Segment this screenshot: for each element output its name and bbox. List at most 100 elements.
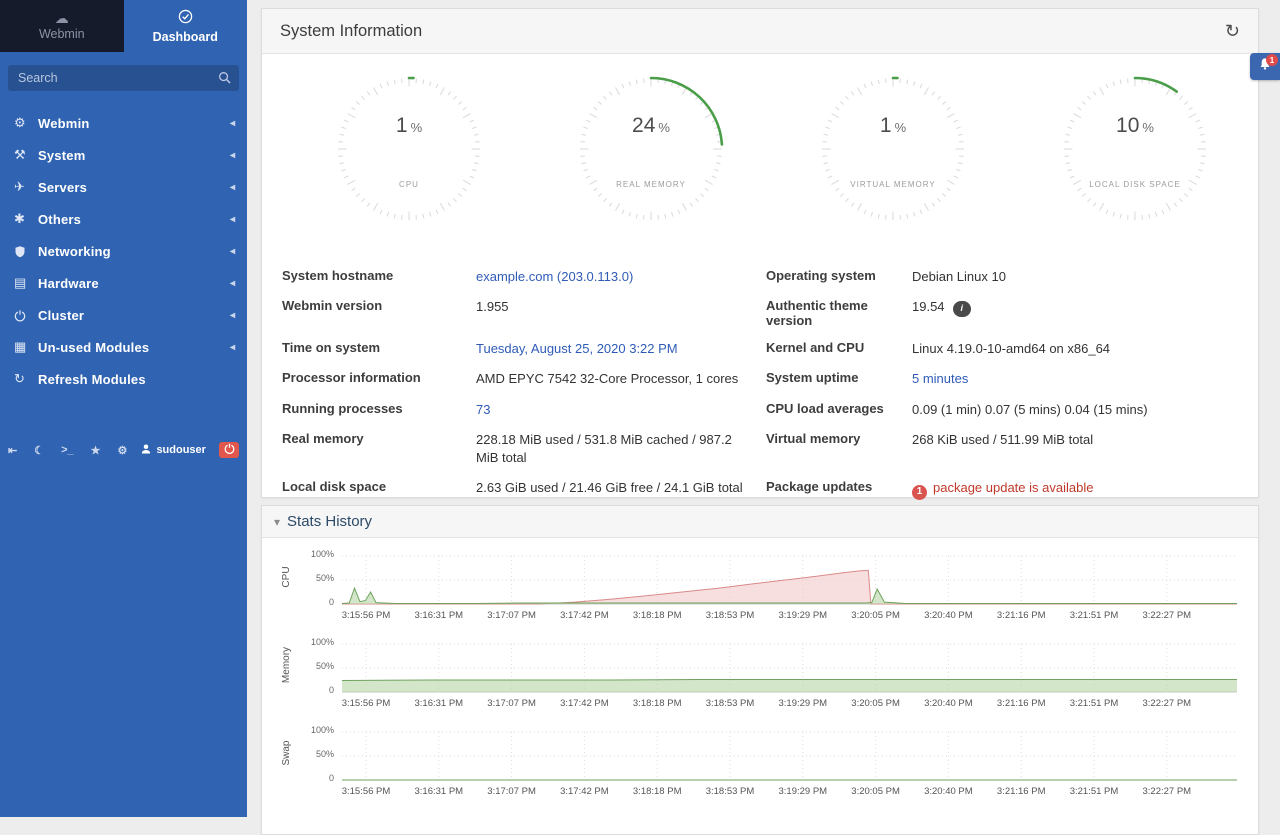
stats-history-header[interactable]: ▾ Stats History <box>262 506 1258 538</box>
sidebar-item-hardware[interactable]: ▤Hardware◂ <box>0 267 247 299</box>
x-tick-label: 3:18:53 PM <box>706 698 755 709</box>
tab-webmin-label: Webmin <box>39 27 85 41</box>
x-tick-label: 3:21:51 PM <box>1070 698 1119 709</box>
info-label: Real memory <box>282 425 476 473</box>
info-value: Linux 4.19.0-10-amd64 on x86_64 <box>912 334 1238 364</box>
info-value-text: 1.955 <box>476 299 509 314</box>
x-tick-label: 3:17:42 PM <box>560 610 609 621</box>
sidebar-tabs: ☁ Webmin Dashboard <box>0 0 247 52</box>
y-tick-label: 50% <box>316 749 334 759</box>
logged-in-user[interactable]: sudouser <box>140 443 206 458</box>
info-value-link[interactable]: 5 minutes <box>912 371 968 386</box>
sidebar-item-others[interactable]: ✱Others◂ <box>0 203 247 235</box>
sidebar-menu: ⚙Webmin◂⚒System◂✈Servers◂✱Others◂Network… <box>0 107 247 395</box>
info-value-text: 0.09 (1 min) 0.07 (5 mins) 0.04 (15 mins… <box>912 402 1148 417</box>
x-tick-label: 3:20:05 PM <box>851 698 900 709</box>
logout-button[interactable] <box>219 442 239 458</box>
sidebar-item-label: Networking <box>38 244 230 259</box>
system-information-panel: System Information ↻ 1% CPU 24% REAL MEM… <box>261 8 1259 498</box>
tab-webmin[interactable]: ☁ Webmin <box>0 0 124 52</box>
refresh-icon[interactable]: ↻ <box>1225 22 1240 40</box>
chevron-left-icon: ◂ <box>230 278 235 289</box>
info-value-text: Linux 4.19.0-10-amd64 on x86_64 <box>912 341 1110 356</box>
sidebar-item-system[interactable]: ⚒System◂ <box>0 139 247 171</box>
stats-charts: CPU100%50%03:15:56 PM3:16:31 PM3:17:07 P… <box>262 538 1258 810</box>
x-tick-label: 3:19:29 PM <box>779 786 828 797</box>
x-tick-label: 3:21:16 PM <box>997 610 1046 621</box>
info-value: 19.54 i <box>912 292 1238 334</box>
x-tick-label: 3:17:07 PM <box>487 610 536 621</box>
x-tick-label: 3:16:31 PM <box>415 698 464 709</box>
info-value: example.com (203.0.113.0) <box>476 262 766 292</box>
main-content: 1 System Information ↻ 1% CPU 24% REAL M… <box>247 0 1280 817</box>
chart-y-ticks: 100%50%0 <box>300 640 334 696</box>
y-tick-label: 50% <box>316 661 334 671</box>
sidebar-item-servers[interactable]: ✈Servers◂ <box>0 171 247 203</box>
night-mode-icon[interactable]: ☾ <box>34 444 44 457</box>
info-label: CPU load averages <box>766 395 912 425</box>
info-label: Package updates <box>766 473 912 506</box>
modules-icon: ▦ <box>14 339 38 355</box>
info-label: System hostname <box>282 262 476 292</box>
info-value: Tuesday, August 25, 2020 3:22 PM <box>476 334 766 364</box>
info-value-text: 228.18 MiB used / 531.8 MiB cached / 987… <box>476 432 732 465</box>
info-label: Webmin version <box>282 292 476 334</box>
svg-text:1%: 1% <box>396 114 423 137</box>
x-tick-label: 3:21:51 PM <box>1070 610 1119 621</box>
tab-dashboard[interactable]: Dashboard <box>124 0 248 52</box>
tools-icon: ✱ <box>14 211 38 227</box>
chevron-left-icon: ◂ <box>230 118 235 129</box>
x-tick-label: 3:22:27 PM <box>1143 786 1192 797</box>
y-tick-label: 0 <box>329 685 334 695</box>
sidebar-item-cluster[interactable]: Cluster◂ <box>0 299 247 331</box>
gear-icon: ⚙ <box>14 115 38 131</box>
update-count-badge: 1 <box>912 485 927 500</box>
chart-memory: Memory100%50%03:15:56 PM3:16:31 PM3:17:0… <box>262 634 1258 722</box>
x-tick-label: 3:15:56 PM <box>342 610 391 621</box>
info-label: Operating system <box>766 262 912 292</box>
gauges-row: 1% CPU 24% REAL MEMORY 1% VIRTUAL MEMORY… <box>262 54 1258 224</box>
search-icon[interactable] <box>218 71 231 89</box>
search-input[interactable] <box>8 65 239 91</box>
info-badge[interactable]: i <box>953 301 972 317</box>
preferences-gears-icon[interactable]: ⚙ <box>118 444 128 457</box>
info-label: Processor information <box>282 364 476 394</box>
tab-dashboard-label: Dashboard <box>153 30 218 44</box>
info-value-link[interactable]: 73 <box>476 402 490 417</box>
terminal-icon[interactable]: >_ <box>61 444 74 456</box>
sidebar-bottom-bar: ⇤ ☾ >_ ★ ⚙ sudouser <box>0 439 247 461</box>
sidebar-item-webmin[interactable]: ⚙Webmin◂ <box>0 107 247 139</box>
x-tick-label: 3:20:05 PM <box>851 786 900 797</box>
dashboard-check-icon <box>178 9 193 27</box>
info-label: Time on system <box>282 334 476 364</box>
paper-plane-icon: ✈ <box>14 179 38 195</box>
collapse-sidebar-icon[interactable]: ⇤ <box>8 444 17 457</box>
info-label: System uptime <box>766 364 912 394</box>
info-label: Virtual memory <box>766 425 912 473</box>
favorites-star-icon[interactable]: ★ <box>91 444 101 457</box>
sidebar-item-refresh-modules[interactable]: ↻Refresh Modules <box>0 363 247 395</box>
info-value-link[interactable]: package update is available <box>933 480 1093 495</box>
info-value-link[interactable]: example.com (203.0.113.0) <box>476 269 633 284</box>
info-value: 2.63 GiB used / 21.46 GiB free / 24.1 Gi… <box>476 473 766 506</box>
info-value: 268 KiB used / 511.99 MiB total <box>912 425 1238 473</box>
sidebar-search <box>8 65 239 91</box>
info-value-text: 268 KiB used / 511.99 MiB total <box>912 432 1093 447</box>
info-value: 5 minutes <box>912 364 1238 394</box>
x-tick-label: 3:15:56 PM <box>342 698 391 709</box>
chart-axis-title: CPU <box>280 552 294 602</box>
notifications-button[interactable]: 1 <box>1250 53 1280 80</box>
sidebar: ☁ Webmin Dashboard ⚙Webmin◂⚒System◂✈Serv… <box>0 0 247 817</box>
gauge-real-memory: 24% REAL MEMORY <box>530 74 772 224</box>
x-tick-label: 3:20:40 PM <box>924 610 973 621</box>
sidebar-item-networking[interactable]: Networking◂ <box>0 235 247 267</box>
y-tick-label: 50% <box>316 573 334 583</box>
x-tick-label: 3:22:27 PM <box>1143 698 1192 709</box>
info-value: 73 <box>476 395 766 425</box>
svg-text:CPU: CPU <box>399 180 419 189</box>
chart-x-labels: 3:15:56 PM3:16:31 PM3:17:07 PM3:17:42 PM… <box>342 698 1237 712</box>
info-value-link[interactable]: Tuesday, August 25, 2020 3:22 PM <box>476 341 678 356</box>
info-value: 1.955 <box>476 292 766 334</box>
info-value-text: 19.54 <box>912 299 945 314</box>
sidebar-item-un-used-modules[interactable]: ▦Un-used Modules◂ <box>0 331 247 363</box>
